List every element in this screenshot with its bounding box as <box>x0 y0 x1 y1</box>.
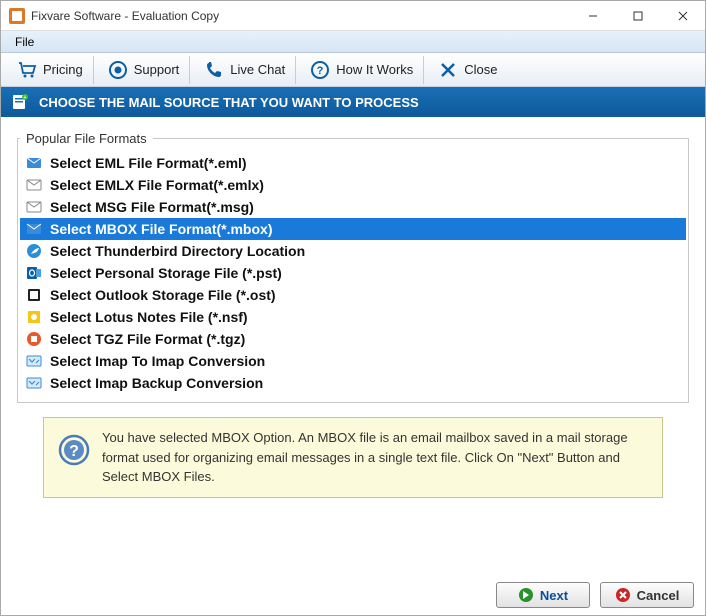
next-arrow-icon <box>518 587 534 603</box>
info-box: ? You have selected MBOX Option. An MBOX… <box>43 417 663 498</box>
toolbar: Pricing Support Live Chat ? How It Works… <box>1 53 705 87</box>
app-icon <box>9 8 25 24</box>
button-bar: Next Cancel <box>496 582 694 608</box>
format-item-label: Select Personal Storage File (*.pst) <box>50 265 282 281</box>
page-icon: + <box>11 93 29 111</box>
support-icon <box>108 60 128 80</box>
envelope-icon <box>26 199 42 215</box>
cancel-button[interactable]: Cancel <box>600 582 694 608</box>
format-item-label: Select MSG File Format(*.msg) <box>50 199 254 215</box>
cancel-x-icon <box>615 587 631 603</box>
page-header: + CHOOSE THE MAIL SOURCE THAT YOU WANT T… <box>1 87 705 117</box>
close-window-button[interactable] <box>660 1 705 31</box>
toolbar-pricing[interactable]: Pricing <box>7 56 94 84</box>
window-title: Fixvare Software - Evaluation Copy <box>31 9 570 23</box>
format-item[interactable]: Select EML File Format(*.eml) <box>20 152 686 174</box>
titlebar: Fixvare Software - Evaluation Copy <box>1 1 705 31</box>
formats-legend: Popular File Formats <box>20 131 153 146</box>
page-header-text: CHOOSE THE MAIL SOURCE THAT YOU WANT TO … <box>39 95 419 110</box>
format-item-label: Select Imap To Imap Conversion <box>50 353 265 369</box>
cart-icon <box>17 60 37 80</box>
format-item-label: Select Thunderbird Directory Location <box>50 243 305 259</box>
outlook-icon <box>26 265 42 281</box>
format-item[interactable]: Select TGZ File Format (*.tgz) <box>20 328 686 350</box>
mail-blue-icon <box>26 221 42 237</box>
format-item-label: Select Lotus Notes File (*.nsf) <box>50 309 248 325</box>
toolbar-howitworks-label: How It Works <box>336 62 413 77</box>
format-item[interactable]: Select Lotus Notes File (*.nsf) <box>20 306 686 328</box>
toolbar-pricing-label: Pricing <box>43 62 83 77</box>
format-item[interactable]: Select Outlook Storage File (*.ost) <box>20 284 686 306</box>
toolbar-livechat[interactable]: Live Chat <box>194 56 296 84</box>
format-item[interactable]: Select MBOX File Format(*.mbox) <box>20 218 686 240</box>
format-item-label: Select EMLX File Format(*.emlx) <box>50 177 264 193</box>
close-icon <box>438 60 458 80</box>
format-item[interactable]: Select Thunderbird Directory Location <box>20 240 686 262</box>
lotus-icon <box>26 309 42 325</box>
next-label: Next <box>540 588 568 603</box>
envelope-icon <box>26 177 42 193</box>
format-item[interactable]: Select Imap To Imap Conversion <box>20 350 686 372</box>
menubar: File <box>1 31 705 53</box>
tgz-icon <box>26 331 42 347</box>
imap-icon <box>26 375 42 391</box>
question-icon: ? <box>310 60 330 80</box>
svg-text:+: + <box>24 95 27 101</box>
format-item-label: Select MBOX File Format(*.mbox) <box>50 221 272 237</box>
formats-group: Popular File Formats Select EML File For… <box>17 131 689 403</box>
info-icon: ? <box>58 434 90 466</box>
toolbar-livechat-label: Live Chat <box>230 62 285 77</box>
cancel-label: Cancel <box>637 588 680 603</box>
format-item[interactable]: Select EMLX File Format(*.emlx) <box>20 174 686 196</box>
imap-icon <box>26 353 42 369</box>
format-item-label: Select EML File Format(*.eml) <box>50 155 247 171</box>
mail-blue-icon <box>26 155 42 171</box>
ost-icon <box>26 287 42 303</box>
info-text: You have selected MBOX Option. An MBOX f… <box>102 428 648 487</box>
svg-text:?: ? <box>317 65 324 77</box>
minimize-button[interactable] <box>570 1 615 31</box>
phone-icon <box>204 60 224 80</box>
toolbar-support[interactable]: Support <box>98 56 191 84</box>
toolbar-close-label: Close <box>464 62 497 77</box>
format-item[interactable]: Select Personal Storage File (*.pst) <box>20 262 686 284</box>
toolbar-howitworks[interactable]: ? How It Works <box>300 56 424 84</box>
format-item-label: Select Imap Backup Conversion <box>50 375 263 391</box>
maximize-button[interactable] <box>615 1 660 31</box>
format-list: Select EML File Format(*.eml) Select EMLX… <box>20 152 686 394</box>
format-item[interactable]: Select Imap Backup Conversion <box>20 372 686 394</box>
thunderbird-icon <box>26 243 42 259</box>
format-item-label: Select Outlook Storage File (*.ost) <box>50 287 276 303</box>
next-button[interactable]: Next <box>496 582 590 608</box>
content-area: Popular File Formats Select EML File For… <box>1 117 705 518</box>
menu-file[interactable]: File <box>7 33 42 51</box>
toolbar-support-label: Support <box>134 62 180 77</box>
toolbar-close[interactable]: Close <box>428 56 507 84</box>
svg-text:?: ? <box>69 443 79 460</box>
format-item-label: Select TGZ File Format (*.tgz) <box>50 331 245 347</box>
format-item[interactable]: Select MSG File Format(*.msg) <box>20 196 686 218</box>
